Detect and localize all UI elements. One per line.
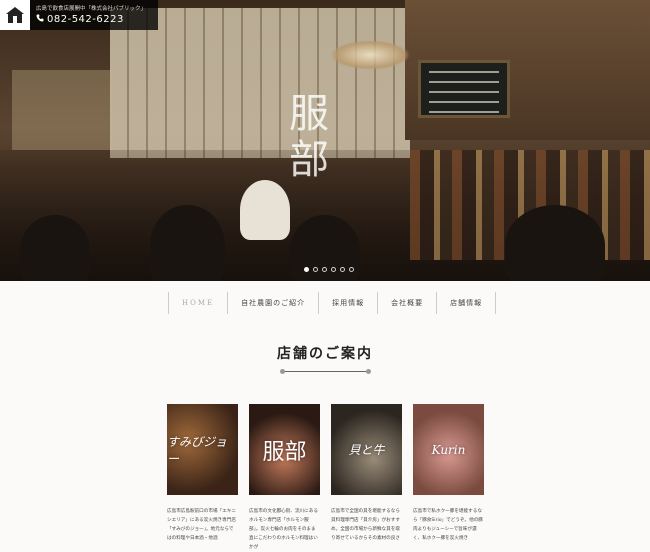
shop-card[interactable]: Kurin 広島市で私ホクー豚を堪能するなら「豚食Sirio」でどうぞ。他の豚肉…	[413, 404, 484, 552]
slider-dot[interactable]	[313, 267, 318, 272]
hero-slider[interactable]: 服部	[0, 0, 650, 281]
hero-person	[505, 205, 605, 281]
nav-company[interactable]: 会社概要	[377, 292, 436, 314]
site-header: 広島で飲食店展開中「株式会社パブリック」 082-542-6223	[0, 0, 158, 30]
hero-menu-wall	[110, 8, 410, 158]
nav-shops[interactable]: 店舗情報	[436, 292, 497, 314]
section-divider	[280, 369, 371, 374]
shop-logo-text: すみびジョー	[167, 434, 228, 466]
shop-logo-text: Kurin	[431, 442, 466, 457]
shop-description: 広島市で私ホクー豚を堪能するなら「豚食Sirio」でどうぞ。他の豚肉よりもジュー…	[413, 509, 483, 541]
shop-image[interactable]: すみびジョー	[167, 404, 238, 495]
slider-dots	[304, 267, 354, 272]
hero-kanji: 服部	[282, 92, 328, 184]
shop-logo-text: 貝と牛	[348, 443, 385, 457]
slider-dot[interactable]	[349, 267, 354, 272]
hero-sign	[12, 70, 112, 150]
shop-card[interactable]: 服部 広島市の文化都心街、流川にあるホルモン専門店「ホルモン服部」。炭火七輪のお…	[249, 404, 320, 552]
main-nav: HOME 自社農園のご紹介 採用情報 会社概要 店舗情報	[168, 292, 497, 314]
phone-number: 082-542-6223	[47, 13, 124, 25]
slider-dot[interactable]	[304, 267, 309, 272]
nav-recruit[interactable]: 採用情報	[318, 292, 377, 314]
hero-person	[150, 205, 225, 281]
hero-person	[20, 215, 90, 281]
shop-card[interactable]: すみびジョー 広島市広島駅前口の市場「エキニシエリア」にある炭火焼き専門店「すみ…	[167, 404, 238, 552]
shop-image[interactable]: 服部	[249, 404, 320, 495]
shop-description: 広島市広島駅前口の市場「エキニシエリア」にある炭火焼き専門店「すみびのジョー」。…	[167, 509, 236, 541]
phone-link[interactable]: 082-542-6223	[36, 13, 146, 26]
shop-description: 広島市で全国の貝を堪能するなら貝料理専門店「貝介房」がおすすめ。全国の市場から新…	[331, 509, 400, 541]
hero-lamp	[330, 40, 410, 70]
shop-description: 広島市の文化都心街、流川にあるホルモン専門店「ホルモン服部」。炭火七輪のお肉をそ…	[249, 509, 318, 550]
nav-farm[interactable]: 自社農園のご紹介	[227, 292, 318, 314]
slider-dot[interactable]	[331, 267, 336, 272]
shop-list: すみびジョー 広島市広島駅前口の市場「エキニシエリア」にある炭火焼き専門店「すみ…	[167, 404, 484, 552]
shop-image[interactable]: 貝と牛	[331, 404, 402, 495]
shop-card[interactable]: 貝と牛 広島市で全国の貝を堪能するなら貝料理専門店「貝介房」がおすすめ。全国の市…	[331, 404, 402, 552]
company-name: 広島で飲食店展開中「株式会社パブリック」	[36, 5, 147, 12]
nav-home[interactable]: HOME	[168, 292, 227, 314]
section-title: 店舗のご案内	[277, 346, 373, 362]
house-logo-icon[interactable]	[0, 0, 30, 30]
hero-blackboard	[418, 60, 510, 118]
shop-logo-text: 服部	[262, 439, 307, 465]
slider-dot[interactable]	[340, 267, 345, 272]
shop-image[interactable]: Kurin	[413, 404, 484, 495]
hero-person	[240, 180, 290, 240]
slider-dot[interactable]	[322, 267, 327, 272]
phone-icon	[36, 13, 44, 26]
